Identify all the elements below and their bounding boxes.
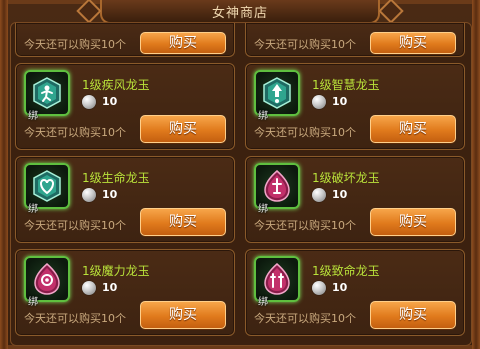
item-card-partial-left: 今天还可以购买10个 购买 — [15, 23, 235, 57]
buy-button[interactable]: 购买 — [140, 301, 226, 329]
bound-tag: 绑 — [258, 297, 268, 308]
wind-jade-icon — [33, 77, 61, 109]
wisdom-jade-icon — [263, 77, 291, 109]
silver-coin-icon — [312, 95, 326, 109]
buy-button[interactable]: 购买 — [140, 115, 226, 143]
item-icon-frame[interactable]: 绑 — [254, 163, 300, 215]
purchase-limit: 今天还可以购买10个 — [24, 312, 126, 325]
item-price: 10 — [332, 188, 348, 201]
shop-title: 女神商店 — [211, 6, 268, 21]
item-card: 绑 1级致命龙玉 10 今天还可以购买10个 购买 — [245, 249, 465, 336]
shop-header: 女神商店 — [100, 0, 380, 24]
item-card-partial-right: 今天还可以购买10个 购买 — [245, 23, 465, 57]
item-card: 绑 1级魔力龙玉 10 今天还可以购买10个 购买 — [15, 249, 235, 336]
bound-tag: 绑 — [28, 111, 38, 122]
item-name: 1级智慧龙玉 — [312, 78, 380, 92]
item-price: 10 — [102, 188, 118, 201]
fatal-jade-icon — [264, 263, 290, 295]
purchase-limit: 今天还可以购买10个 — [24, 38, 126, 51]
item-price: 10 — [102, 281, 118, 294]
purchase-limit: 今天还可以购买10个 — [254, 219, 356, 232]
bound-tag: 绑 — [28, 204, 38, 215]
item-name: 1级破坏龙玉 — [312, 171, 380, 185]
bound-tag: 绑 — [28, 297, 38, 308]
item-card: 绑 1级破坏龙玉 10 今天还可以购买10个 购买 — [245, 156, 465, 243]
buy-button[interactable]: 购买 — [370, 208, 456, 236]
item-price: 10 — [332, 95, 348, 108]
purchase-limit: 今天还可以购买10个 — [254, 312, 356, 325]
item-grid: 今天还可以购买10个 购买 今天还可以购买10个 购买 绑 1级疾风龙玉 10 … — [10, 22, 472, 346]
life-jade-icon — [33, 170, 61, 202]
purchase-limit: 今天还可以购买10个 — [254, 38, 356, 51]
item-icon-frame[interactable]: 绑 — [24, 163, 70, 215]
buy-button[interactable]: 购买 — [370, 301, 456, 329]
item-name: 1级生命龙玉 — [82, 171, 150, 185]
buy-button[interactable]: 购买 — [370, 115, 456, 143]
item-name: 1级疾风龙玉 — [82, 78, 150, 92]
silver-coin-icon — [82, 188, 96, 202]
item-card: 绑 1级智慧龙玉 10 今天还可以购买10个 购买 — [245, 63, 465, 150]
item-icon-frame[interactable]: 绑 — [254, 70, 300, 122]
item-price: 10 — [102, 95, 118, 108]
silver-coin-icon — [82, 281, 96, 295]
silver-coin-icon — [312, 188, 326, 202]
item-card: 绑 1级疾风龙玉 10 今天还可以购买10个 购买 — [15, 63, 235, 150]
item-icon-frame[interactable]: 绑 — [254, 256, 300, 308]
frame-edge-left — [0, 0, 8, 349]
silver-coin-icon — [312, 281, 326, 295]
item-price: 10 — [332, 281, 348, 294]
purchase-limit: 今天还可以购买10个 — [24, 219, 126, 232]
item-icon-frame[interactable]: 绑 — [24, 70, 70, 122]
frame-edge-right — [472, 0, 480, 349]
item-icon-frame[interactable]: 绑 — [24, 256, 70, 308]
item-card: 绑 1级生命龙玉 10 今天还可以购买10个 购买 — [15, 156, 235, 243]
bound-tag: 绑 — [258, 204, 268, 215]
item-name: 1级致命龙玉 — [312, 264, 380, 278]
buy-button[interactable]: 购买 — [140, 32, 226, 54]
item-name: 1级魔力龙玉 — [82, 264, 150, 278]
buy-button[interactable]: 购买 — [140, 208, 226, 236]
silver-coin-icon — [82, 95, 96, 109]
purchase-limit: 今天还可以购买10个 — [24, 126, 126, 139]
buy-button[interactable]: 购买 — [370, 32, 456, 54]
purchase-limit: 今天还可以购买10个 — [254, 126, 356, 139]
destruction-jade-icon — [264, 170, 290, 202]
magic-jade-icon — [34, 263, 60, 295]
bound-tag: 绑 — [258, 111, 268, 122]
